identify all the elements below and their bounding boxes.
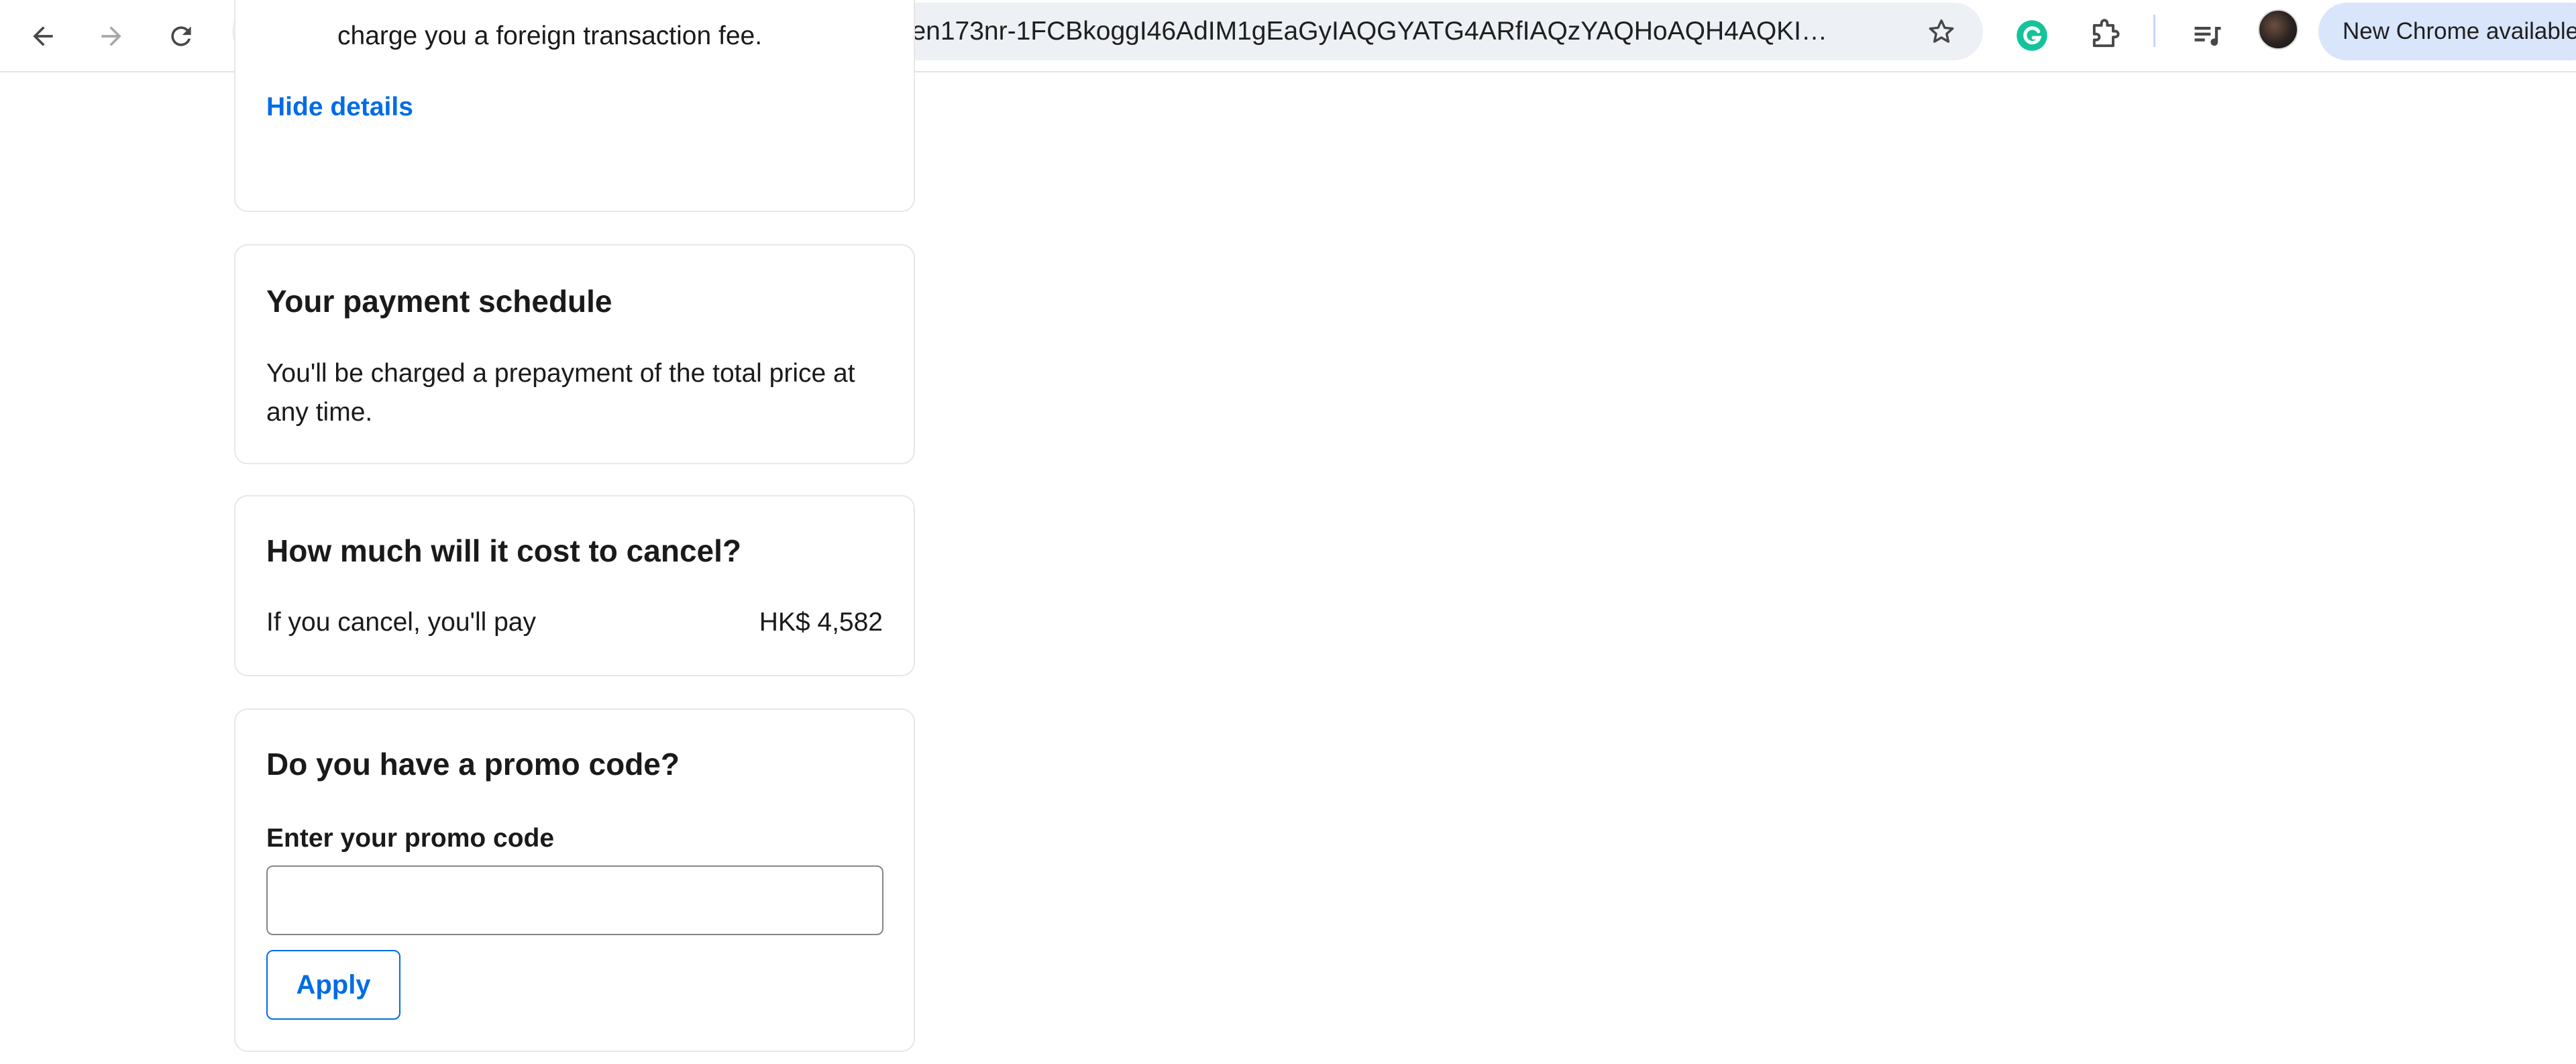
- payment-schedule-text: You'll be charged a prepayment of the to…: [266, 359, 855, 427]
- foreign-fee-text: charge you a foreign transaction fee.: [337, 21, 763, 50]
- payment-details-card: charge you a foreign transaction fee. Hi…: [234, 0, 915, 212]
- star-icon: [1929, 19, 1954, 43]
- media-controls-button[interactable]: [2184, 12, 2231, 59]
- payment-schedule-title: Your payment schedule: [266, 284, 612, 319]
- cancellation-cost-card: How much will it cost to cancel? If you …: [234, 495, 915, 676]
- promo-title: Do you have a promo code?: [266, 747, 680, 782]
- promo-code-card: Do you have a promo code? Enter your pro…: [234, 708, 915, 1052]
- grammarly-icon: [2017, 20, 2047, 51]
- bookmark-button[interactable]: [1924, 14, 1959, 49]
- promo-input-label: Enter your promo code: [266, 824, 555, 853]
- toolbar-divider: [2153, 15, 2155, 47]
- cancellation-amount: HK$ 4,582: [759, 608, 883, 637]
- apply-button[interactable]: Apply: [266, 950, 400, 1020]
- cancellation-title: How much will it cost to cancel?: [266, 533, 741, 568]
- arrow-left-icon: [33, 26, 53, 46]
- cancellation-label: If you cancel, you'll pay: [266, 608, 536, 637]
- promo-code-input[interactable]: [266, 865, 883, 935]
- profile-avatar[interactable]: [2258, 9, 2298, 50]
- new-chrome-available-button[interactable]: New Chrome available: [2318, 3, 2576, 60]
- grammarly-extension-button[interactable]: [2008, 12, 2055, 59]
- payment-schedule-card: Your payment schedule You'll be charged …: [234, 244, 915, 464]
- hide-details-link[interactable]: Hide details: [266, 93, 413, 122]
- extensions-button[interactable]: [2081, 12, 2128, 59]
- reload-icon: [171, 26, 191, 46]
- arrow-right-icon: [101, 26, 121, 46]
- reload-button[interactable]: [154, 9, 208, 63]
- puzzle-icon: [2092, 19, 2120, 48]
- forward-button[interactable]: [85, 9, 138, 63]
- back-button[interactable]: [16, 9, 70, 63]
- queue-music-icon: [2194, 27, 2221, 46]
